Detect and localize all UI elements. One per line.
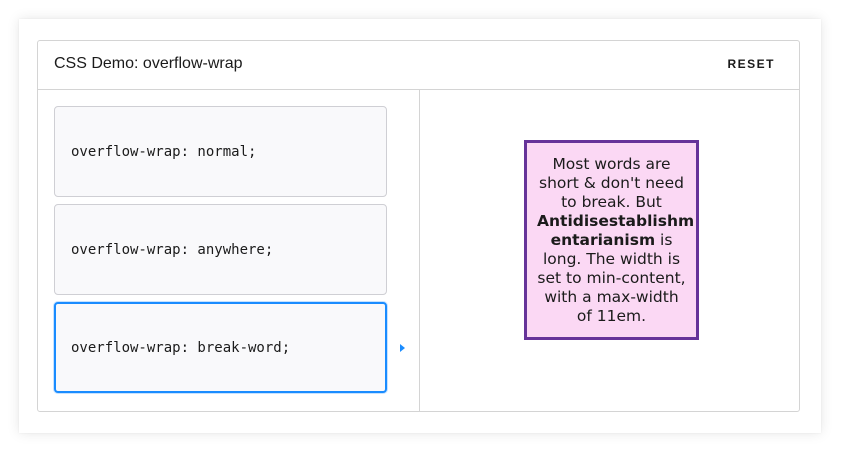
output-line: entarianism is (537, 231, 686, 250)
output-bold-word: entarianism (550, 231, 656, 249)
output-line: short & don't need (539, 174, 684, 192)
choices-pane: overflow-wrap: normal; overflow-wrap: an… (38, 90, 420, 411)
output-line: Most words are (552, 155, 671, 173)
choice-code: overflow-wrap: break-word; (71, 340, 291, 356)
choice-anywhere[interactable]: overflow-wrap: anywhere; (54, 204, 387, 295)
output-line: of 11em. (576, 307, 647, 325)
choice-normal[interactable]: overflow-wrap: normal; (54, 106, 387, 197)
output-bold-word: Antidisestablishm (537, 212, 695, 230)
output-pane: Most words are short & don't need to bre… (420, 90, 799, 411)
selected-indicator-icon (400, 344, 405, 352)
interactive-example: CSS Demo: overflow-wrap RESET overflow-w… (37, 40, 800, 412)
output-line: set to min-content, (537, 269, 686, 287)
output-line: with a max-width (544, 288, 679, 306)
output-line: to break. But (561, 193, 662, 211)
output-line: long. The width is (542, 250, 681, 268)
choice-break-word[interactable]: overflow-wrap: break-word; (54, 302, 387, 393)
output-box: Most words are short & don't need to bre… (524, 140, 699, 340)
example-title: CSS Demo: overflow-wrap (54, 55, 243, 72)
choice-code: overflow-wrap: normal; (71, 144, 257, 160)
demo-card: CSS Demo: overflow-wrap RESET overflow-w… (19, 19, 821, 433)
choice-code: overflow-wrap: anywhere; (71, 242, 274, 258)
output-line-rest: is (655, 231, 673, 249)
reset-button[interactable]: RESET (727, 57, 775, 71)
example-header: CSS Demo: overflow-wrap RESET (38, 41, 799, 90)
